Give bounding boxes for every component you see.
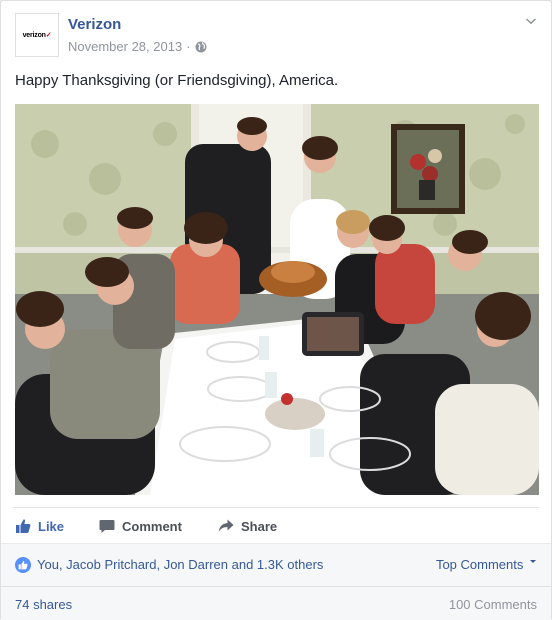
post-text: Happy Thanksgiving (or Friendsgiving), A… [15,72,339,89]
meta-separator: · [186,39,191,54]
reactions-bar: You, Jacob Pritchard, Jon Darren and 1.3… [1,543,551,586]
like-reaction-icon[interactable] [15,557,31,573]
post-date[interactable]: November 28, 2013 [68,39,182,54]
shares-count-link[interactable]: 74 shares [15,597,72,612]
like-button[interactable]: Like [15,514,64,538]
reaction-summary-link[interactable]: You, Jacob Pritchard, Jon Darren and 1.3… [37,557,323,572]
post-meta: November 28, 2013 · [68,39,207,54]
post-card: verizon✓ Verizon November 28, 2013 · Hap… [0,0,552,620]
comments-count-link[interactable]: 100 Comments [449,597,537,612]
comment-button[interactable]: Comment [99,514,182,538]
globe-icon[interactable] [195,41,207,53]
page-name-link[interactable]: Verizon [68,16,121,33]
comment-label: Comment [122,518,182,534]
avatar[interactable]: verizon✓ [15,13,59,57]
share-icon [218,519,234,532]
action-bar: Like Comment Share [13,507,539,542]
thanksgiving-table-photo [15,104,539,495]
thumbs-up-icon [18,560,28,570]
thumbs-up-icon [16,519,31,533]
top-comments-label: Top Comments [435,557,524,572]
chevron-down-icon[interactable] [525,15,537,27]
share-button[interactable]: Share [218,514,277,538]
chevron-down-icon [530,560,536,563]
verizon-logo: verizon✓ [22,32,52,39]
post-stats: 74 shares 100 Comments [1,586,551,620]
post-photo[interactable] [15,104,539,495]
comment-icon [99,520,115,533]
like-label: Like [38,518,65,534]
share-label: Share [241,518,278,534]
top-comments-dropdown[interactable]: Top Comments [436,557,537,572]
